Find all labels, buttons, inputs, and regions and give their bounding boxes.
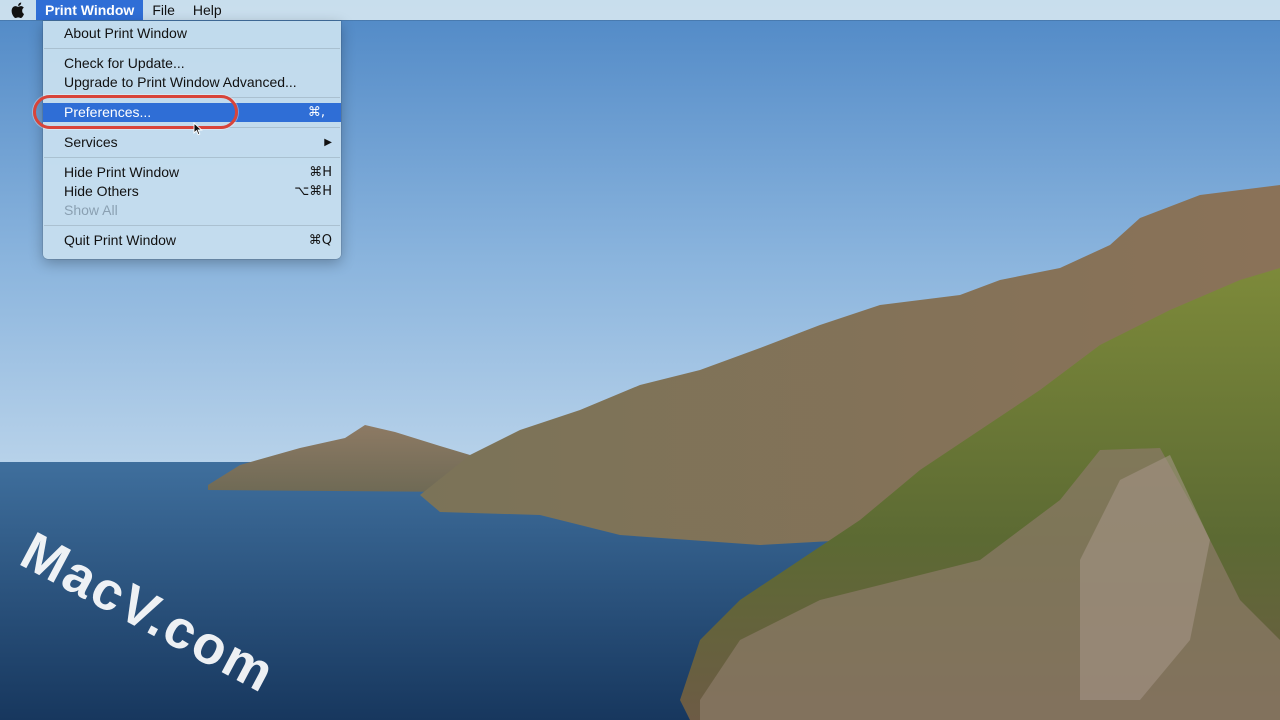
menu-item-hide-others[interactable]: Hide Others ⌥⌘H [43, 182, 341, 201]
menu-item-label: Upgrade to Print Window Advanced... [64, 74, 297, 90]
menubar-help[interactable]: Help [184, 0, 231, 20]
menu-item-services[interactable]: Services ▶ [43, 133, 341, 152]
annotation-highlight-oval [33, 95, 238, 129]
menu-item-show-all: Show All [43, 201, 341, 220]
mouse-pointer-icon [193, 122, 203, 136]
menu-item-label: Check for Update... [64, 55, 185, 71]
menu-separator [44, 48, 340, 49]
hide-others-shortcut: ⌥⌘H [294, 184, 332, 199]
menu-item-label: Hide Print Window [64, 164, 180, 180]
menu-item-label: Services [64, 134, 118, 150]
menu-item-about[interactable]: About Print Window [43, 24, 341, 43]
menu-item-label: Hide Others [64, 183, 139, 199]
apple-logo-icon[interactable] [0, 0, 36, 20]
menu-item-label: Show All [64, 202, 118, 218]
menubar-file[interactable]: File [143, 0, 184, 20]
menu-item-quit[interactable]: Quit Print Window ⌘Q [43, 231, 341, 250]
menu-separator [44, 157, 340, 158]
preferences-shortcut: ⌘, [307, 105, 325, 120]
menu-separator [44, 225, 340, 226]
menu-bar: Print Window File Help [0, 0, 1280, 20]
menu-item-upgrade[interactable]: Upgrade to Print Window Advanced... [43, 73, 341, 92]
hide-shortcut: ⌘H [309, 165, 332, 180]
menu-item-hide[interactable]: Hide Print Window ⌘H [43, 163, 341, 182]
menubar-app-menu[interactable]: Print Window [36, 0, 144, 20]
menu-item-check-update[interactable]: Check for Update... [43, 54, 341, 73]
app-dropdown-menu: About Print Window Check for Update... U… [43, 21, 341, 259]
submenu-arrow-icon: ▶ [324, 137, 332, 148]
quit-shortcut: ⌘Q [308, 233, 332, 248]
menu-item-label: Quit Print Window [64, 232, 177, 248]
menu-item-label: About Print Window [64, 25, 187, 41]
